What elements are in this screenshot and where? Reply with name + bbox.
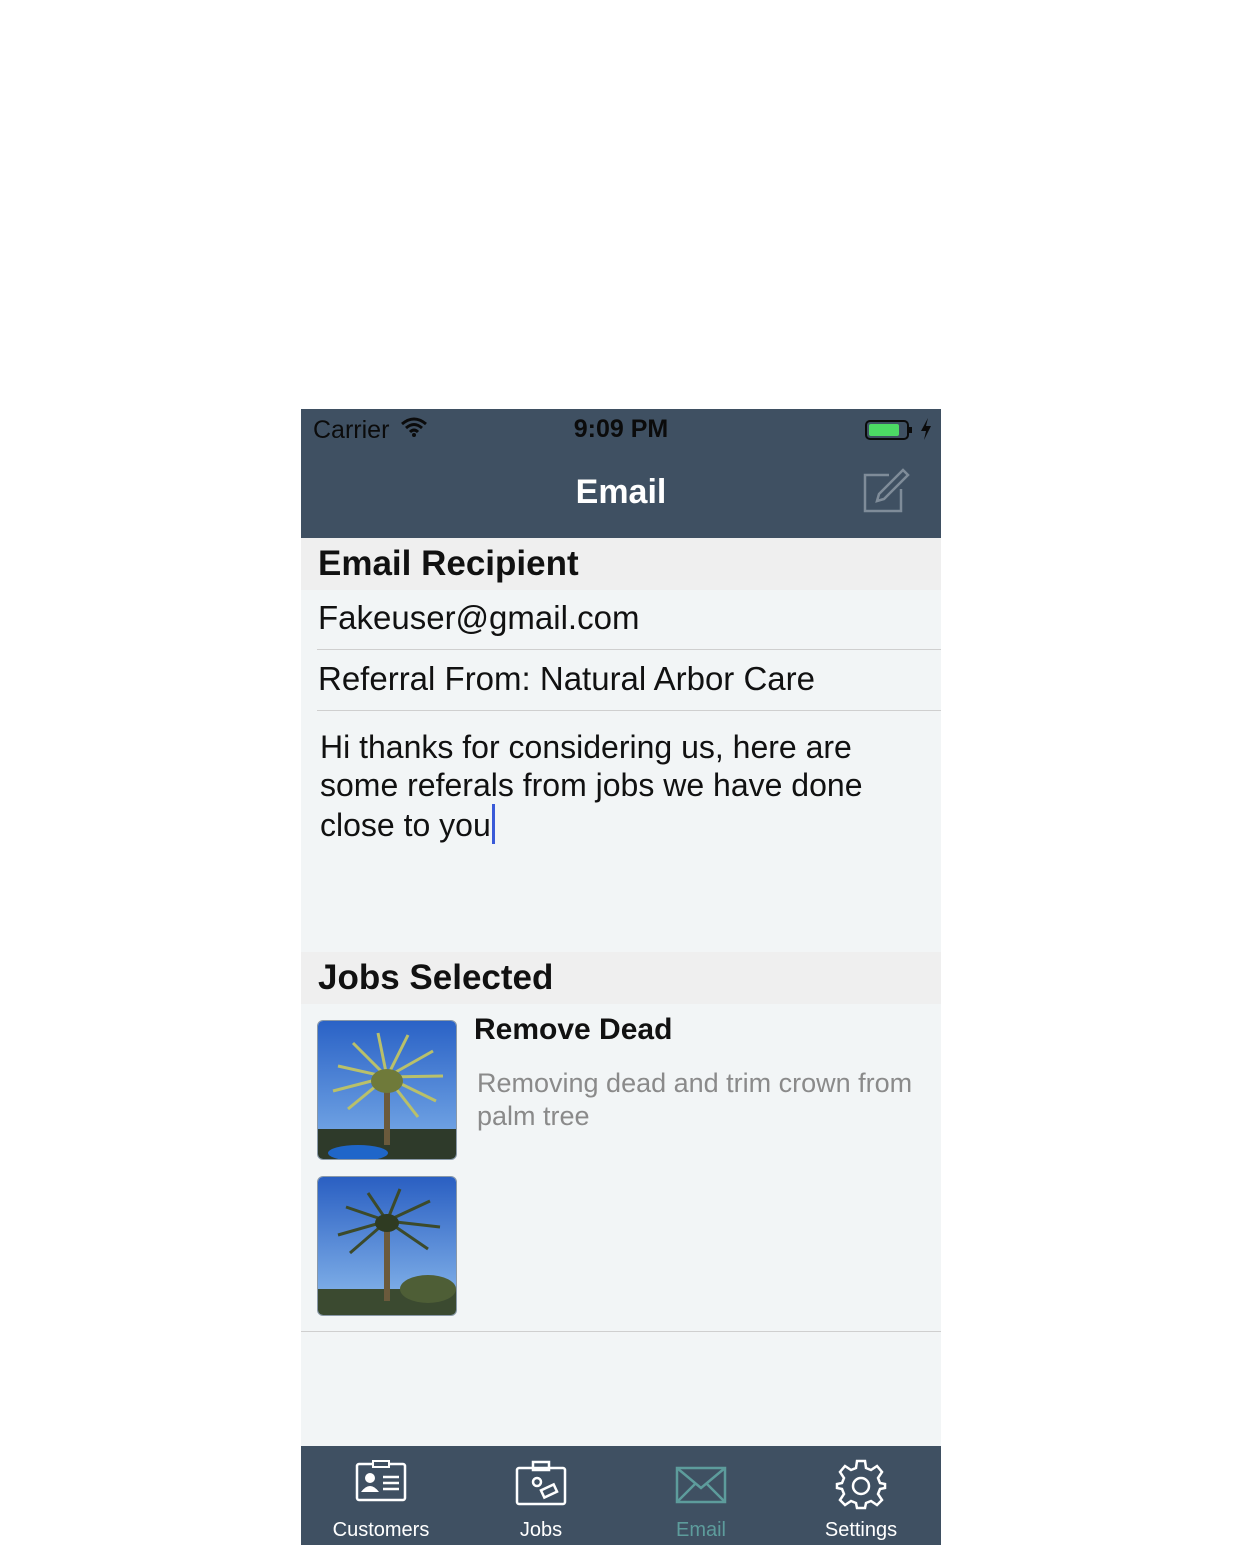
tab-settings[interactable]: Settings (781, 1446, 941, 1545)
id-card-icon (355, 1460, 407, 1502)
divider (301, 1331, 941, 1332)
tab-customers[interactable]: Customers (301, 1446, 461, 1545)
palm-tree-photo (318, 1177, 456, 1315)
job-description: Removing dead and trim crown from palm t… (477, 1068, 913, 1131)
gear-icon (835, 1459, 887, 1510)
charging-icon (921, 418, 931, 440)
email-field-value: Fakeuser@gmail.com (318, 599, 640, 636)
job-photo-thumbnail[interactable] (317, 1176, 457, 1316)
envelope-icon (675, 1466, 727, 1504)
phone-screen: Carrier 9:09 PM Email Email Recipient Fa… (301, 409, 941, 1545)
subject-field-value: Referral From: Natural Arbor Care (318, 660, 815, 697)
compose-icon[interactable] (861, 465, 911, 515)
message-text: Hi thanks for considering us, here are s… (320, 729, 863, 843)
text-caret (491, 804, 495, 844)
tab-email-label: Email (675, 1519, 726, 1541)
email-field[interactable]: Fakeuser@gmail.com (301, 589, 941, 650)
tab-jobs[interactable]: Jobs (461, 1446, 621, 1545)
navigation-bar: Email (301, 449, 941, 538)
job-photo-thumbnail[interactable] (317, 1020, 457, 1160)
subject-field[interactable]: Referral From: Natural Arbor Care (301, 650, 941, 711)
tab-jobs-label: Jobs (519, 1519, 563, 1541)
jobs-section-header: Jobs Selected (301, 952, 941, 1004)
tab-email[interactable]: Email (621, 1446, 781, 1545)
tab-settings-label: Settings (824, 1519, 898, 1541)
tab-customers-label: Customers (332, 1519, 430, 1541)
recipient-section-header: Email Recipient (301, 538, 941, 590)
page-title: Email (575, 473, 667, 511)
palm-tree-photo (318, 1021, 456, 1159)
status-time: 9:09 PM (573, 415, 669, 443)
message-textarea[interactable]: Hi thanks for considering us, here are s… (320, 728, 900, 844)
divider (317, 710, 941, 711)
recipient-section-title: Email Recipient (318, 544, 579, 583)
battery-icon (865, 420, 912, 440)
jobs-section-title: Jobs Selected (318, 958, 554, 997)
tab-bar: Customers Jobs Email Settings (301, 1446, 941, 1545)
briefcase-icon (515, 1460, 567, 1506)
job-title: Remove Dead (474, 1013, 673, 1046)
status-bar: Carrier 9:09 PM (301, 409, 941, 449)
